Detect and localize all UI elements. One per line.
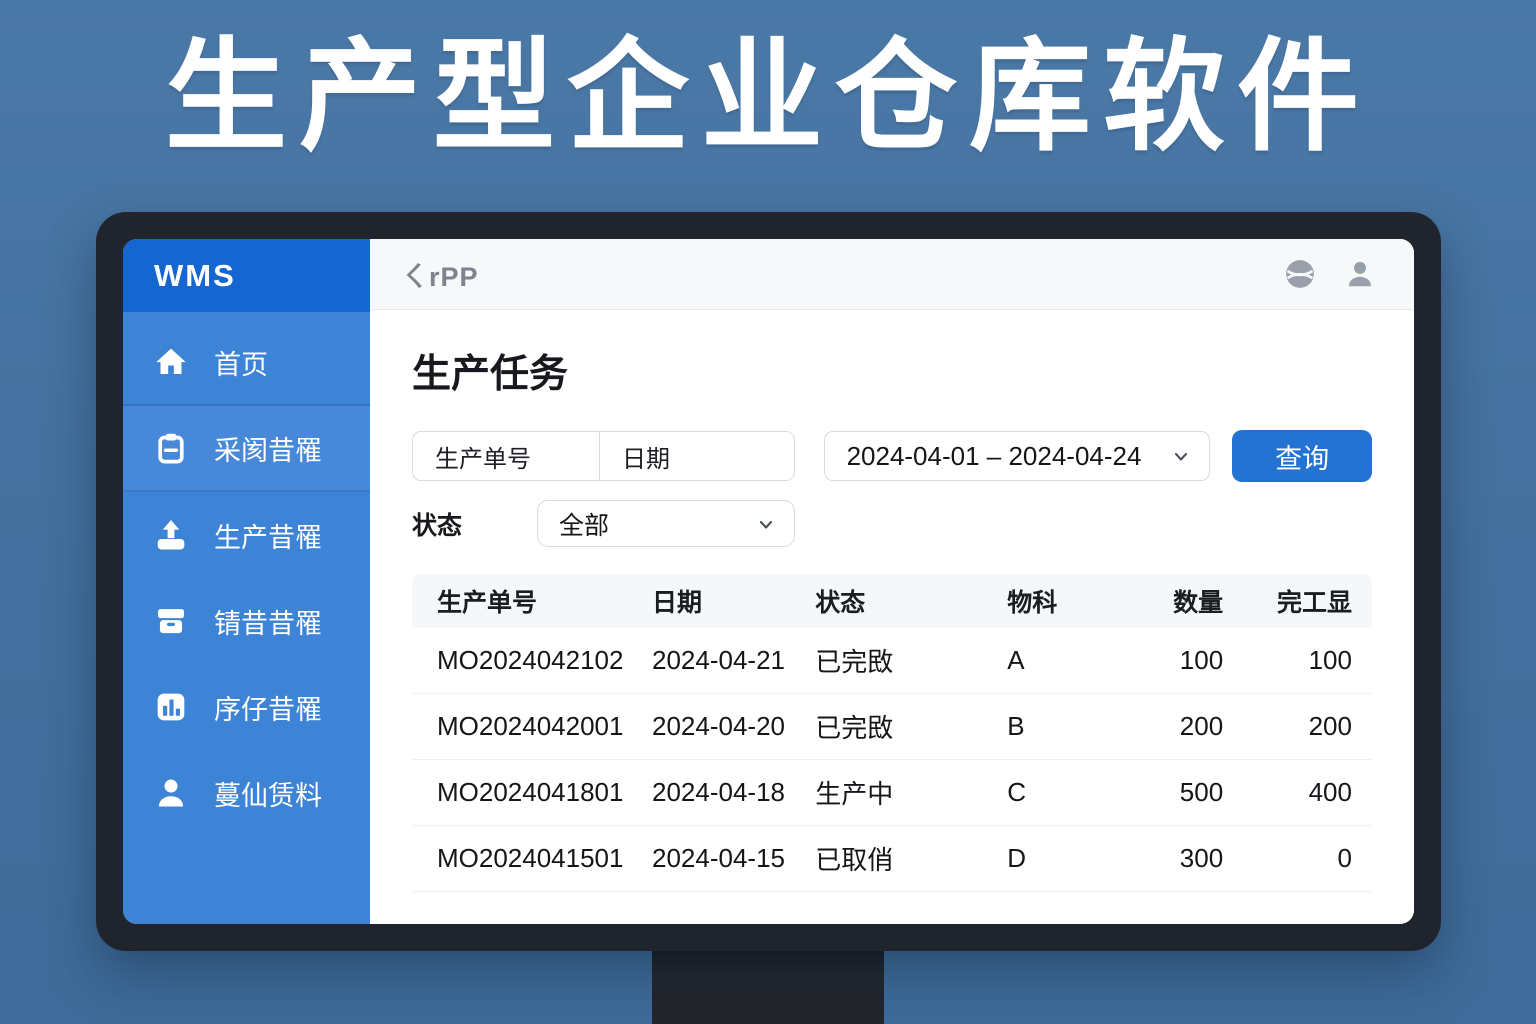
upload-icon: [153, 517, 189, 553]
sidebar-item-inventory[interactable]: 序仔昔罹: [123, 664, 370, 750]
globe-icon[interactable]: [1284, 258, 1316, 290]
cell-completed: 0: [1337, 843, 1352, 873]
cell-quantity: 300: [1179, 843, 1224, 873]
archive-icon: [153, 603, 189, 639]
col-material: 物科: [1007, 589, 1058, 617]
status-select[interactable]: 全部: [537, 500, 795, 547]
banner-title: 生产型企业仓库软件: [165, 29, 1371, 165]
chevron-down-icon: [759, 520, 773, 529]
sidebar-item-basic-data[interactable]: 蔓仙赁料: [123, 750, 370, 836]
cell-quantity: 200: [1179, 711, 1224, 741]
search-button[interactable]: 查询: [1232, 430, 1372, 482]
cell-date: 2024-04-20: [652, 711, 785, 741]
cell-completed: 400: [1308, 777, 1352, 807]
order-no-input[interactable]: 生产单号: [413, 432, 599, 480]
cell-quantity: 100: [1179, 645, 1224, 675]
app-window: WMS 首页 采阂昔罹 生产昔罹 锖昔昔罹 序仔昔罹 蔓仙赁料 ㄑrPP 生产任…: [123, 239, 1414, 924]
main-panel: ㄑrPP 生产任务 生产单号 日期 2024-04-01 – 2024-04-2…: [370, 239, 1414, 924]
page-content: 生产任务 生产单号 日期 2024-04-01 – 2024-04-24 查询: [370, 310, 1414, 892]
status-label: 状态: [412, 511, 463, 540]
sidebar-item-home[interactable]: 首页: [123, 320, 370, 406]
sidebar: WMS 首页 采阂昔罹 生产昔罹 锖昔昔罹 序仔昔罹 蔓仙赁料: [123, 239, 370, 924]
home-icon: [153, 344, 189, 380]
cell-date: 2024-04-18: [652, 777, 785, 807]
sidebar-item-purchase[interactable]: 采阂昔罹: [123, 406, 370, 492]
cell-status: 生产中: [815, 779, 894, 809]
date-range-value: 2024-04-01 – 2024-04-24: [846, 440, 1142, 471]
user-icon: [153, 775, 189, 811]
sidebar-item-label: 蔓仙赁料: [214, 780, 322, 811]
topbar-icons: [1284, 258, 1376, 290]
monitor-bezel: WMS 首页 采阂昔罹 生产昔罹 锖昔昔罹 序仔昔罹 蔓仙赁料 ㄑrPP 生产任…: [96, 212, 1441, 951]
col-status: 状态: [815, 589, 866, 617]
col-quantity: 数量: [1173, 589, 1224, 617]
status-filter-row: 状态 全部: [412, 500, 1372, 547]
filter-row: 生产单号 日期 2024-04-01 – 2024-04-24 查询: [412, 430, 1372, 482]
status-select-value: 全部: [559, 511, 610, 540]
filter-input-group: 生产单号 日期: [412, 431, 795, 481]
cell-material: A: [1007, 645, 1025, 675]
cell-status: 已取俏: [815, 845, 894, 875]
clipboard-icon: [153, 430, 189, 466]
table-row: MO2024042001 2024-04-20 已完敃 B 200 200: [412, 694, 1372, 760]
cell-status: 已完敃: [815, 647, 894, 677]
table-row: MO2024041501 2024-04-15 已取俏 D 300 0: [412, 826, 1372, 892]
sidebar-item-label: 生产昔罹: [214, 522, 322, 553]
cell-material: B: [1007, 711, 1025, 741]
col-order-no: 生产单号: [437, 589, 538, 617]
table-row: MO2024042102 2024-04-21 已完敃 A 100 100: [412, 628, 1372, 694]
bar-chart-icon: [153, 689, 189, 725]
cell-order-no: MO2024042001: [437, 711, 624, 741]
cell-status: 已完敃: [815, 713, 894, 743]
monitor-stand: [652, 948, 884, 1024]
date-input[interactable]: 日期: [599, 432, 794, 480]
cell-date: 2024-04-15: [652, 843, 785, 873]
topbar: ㄑrPP: [370, 239, 1414, 310]
cell-order-no: MO2024041501: [437, 843, 624, 873]
sidebar-item-sales[interactable]: 锖昔昔罹: [123, 578, 370, 664]
table-row: MO2024041801 2024-04-18 生产中 C 500 400: [412, 760, 1372, 826]
sidebar-item-production[interactable]: 生产昔罹: [123, 492, 370, 578]
sidebar-item-label: 序仔昔罹: [214, 694, 322, 725]
cell-order-no: MO2024042102: [437, 645, 624, 675]
sidebar-item-label: 首页: [214, 349, 268, 380]
col-completed: 完工显: [1276, 589, 1352, 617]
sidebar-item-label: 锖昔昔罹: [214, 608, 322, 639]
production-task-table: 生产单号 日期 状态 物科 数量 完工显 MO2024042102 2024-0…: [412, 574, 1372, 892]
cell-quantity: 500: [1179, 777, 1224, 807]
cell-completed: 100: [1308, 645, 1352, 675]
app-logo: ㄑrPP: [401, 261, 479, 292]
cell-completed: 200: [1308, 711, 1352, 741]
table-header-row: 生产单号 日期 状态 物科 数量 完工显: [412, 574, 1372, 628]
cell-date: 2024-04-21: [652, 645, 785, 675]
col-date: 日期: [652, 589, 703, 617]
cell-material: D: [1007, 843, 1026, 873]
cell-material: C: [1007, 777, 1026, 807]
chevron-down-icon: [1175, 452, 1188, 461]
cell-order-no: MO2024041801: [437, 777, 624, 807]
sidebar-item-label: 采阂昔罹: [214, 435, 322, 466]
date-range-picker[interactable]: 2024-04-01 – 2024-04-24: [823, 431, 1211, 481]
app-brand: WMS: [123, 239, 370, 312]
page-title: 生产任务: [412, 353, 569, 396]
user-icon[interactable]: [1344, 258, 1376, 290]
sidebar-nav: 首页 采阂昔罹 生产昔罹 锖昔昔罹 序仔昔罹 蔓仙赁料: [123, 312, 370, 836]
